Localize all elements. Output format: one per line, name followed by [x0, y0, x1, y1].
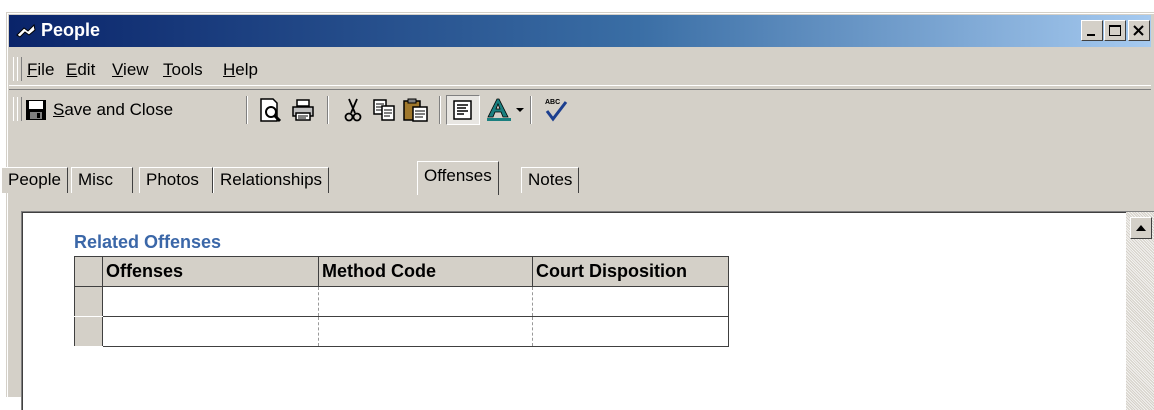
section-title: Related Offenses	[74, 232, 222, 252]
toolbar-separator	[327, 96, 329, 124]
print-preview-icon	[260, 98, 282, 123]
close-button[interactable]	[1128, 20, 1150, 41]
cell-court-disposition[interactable]	[532, 286, 729, 317]
cell-offenses[interactable]	[102, 316, 319, 347]
toolbar-separator	[439, 96, 441, 124]
minimize-icon	[1087, 34, 1095, 36]
menu-file[interactable]: File	[27, 60, 54, 80]
font-color-button[interactable]	[485, 96, 525, 124]
cut-icon	[344, 98, 362, 122]
copy-icon	[373, 99, 395, 121]
dropdown-arrow-icon[interactable]	[515, 105, 525, 115]
maximize-button[interactable]	[1104, 20, 1126, 41]
scroll-up-button[interactable]	[1130, 217, 1152, 239]
cell-method-code[interactable]	[318, 316, 533, 347]
tab-notes[interactable]: Notes	[521, 167, 580, 193]
tab-relationships[interactable]: Relationships	[213, 167, 330, 193]
people-app-icon	[16, 23, 36, 38]
menu-help[interactable]: Help	[223, 60, 258, 80]
spell-check-button[interactable]: ABC	[542, 96, 570, 124]
offenses-panel: Related Offenses Offenses Method Code Co…	[21, 211, 1154, 410]
cell-offenses[interactable]	[102, 286, 319, 317]
printer-icon	[292, 99, 314, 121]
tab-photos[interactable]: Photos	[139, 167, 213, 193]
scroll-up-arrow-icon	[1136, 225, 1146, 231]
menu-bar: File Edit View Tools Help	[9, 53, 1151, 86]
tab-people[interactable]: People	[1, 167, 68, 193]
tab-offenses[interactable]: Offenses	[417, 161, 499, 195]
maximize-icon	[1109, 25, 1121, 36]
menu-tools[interactable]: Tools	[163, 60, 203, 80]
table-row	[74, 316, 729, 347]
font-color-icon	[487, 98, 511, 121]
row-selector[interactable]	[74, 316, 103, 347]
toolbar-separator	[530, 96, 532, 124]
related-offenses-grid: Offenses Method Code Court Disposition	[74, 256, 729, 347]
table-row	[74, 286, 729, 317]
column-header-method-code[interactable]: Method Code	[318, 256, 533, 287]
menu-edit[interactable]: Edit	[66, 60, 95, 80]
grid-corner-cell[interactable]	[74, 256, 103, 287]
svg-text:ABC: ABC	[545, 99, 560, 106]
cut-button[interactable]	[341, 96, 365, 124]
menu-view[interactable]: View	[112, 60, 149, 80]
cell-method-code[interactable]	[318, 286, 533, 317]
cell-court-disposition[interactable]	[532, 316, 729, 347]
row-selector[interactable]	[74, 286, 103, 317]
paste-icon	[403, 98, 428, 122]
close-icon	[1133, 25, 1144, 36]
minimize-button[interactable]	[1081, 20, 1103, 41]
window-title: People	[41, 20, 101, 40]
vertical-scrollbar[interactable]	[1126, 212, 1154, 410]
title-bar[interactable]: People	[9, 15, 1151, 47]
text-format-icon	[453, 100, 472, 120]
toolbar-grip-2	[17, 97, 22, 121]
spell-check-icon: ABC	[545, 99, 568, 122]
menubar-grip-2	[17, 57, 22, 81]
toolbar: Save and Close ABC	[9, 89, 1151, 130]
people-window: People File Edit View Tools Help Save an…	[1, 12, 1154, 410]
print-preview-button[interactable]	[258, 96, 284, 124]
column-header-offenses[interactable]: Offenses	[102, 256, 319, 287]
tab-strip: People Misc Photos Relationships Offense…	[1, 159, 1154, 195]
column-header-court-disposition[interactable]: Court Disposition	[532, 256, 729, 287]
print-button[interactable]	[290, 96, 316, 124]
toolbar-separator	[246, 96, 248, 124]
save-and-close-button[interactable]: Save and Close	[25, 96, 173, 124]
floppy-disk-icon	[26, 100, 46, 120]
copy-button[interactable]	[371, 96, 397, 124]
paste-button[interactable]	[402, 96, 430, 124]
tab-misc[interactable]: Misc	[71, 167, 133, 193]
text-format-button[interactable]	[446, 95, 480, 125]
